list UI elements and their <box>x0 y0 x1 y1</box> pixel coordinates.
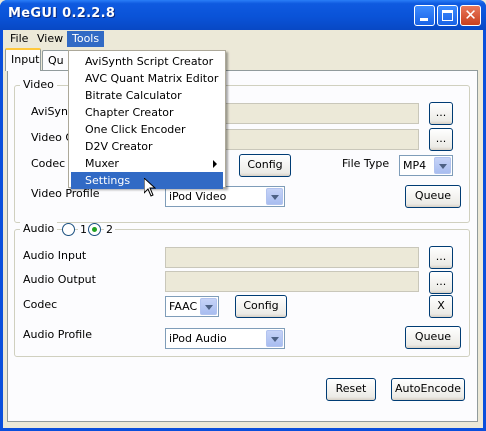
menu-item-chapter-creator[interactable]: Chapter Creator <box>71 104 223 121</box>
audio-output-browse-button[interactable]: ... <box>429 271 453 294</box>
video-group-title: Video <box>20 78 57 92</box>
menu-item-avc-quant-matrix-editor[interactable]: AVC Quant Matrix Editor <box>71 70 223 87</box>
mouse-cursor-icon <box>144 178 156 197</box>
menu-item-muxer-label: Muxer <box>85 157 119 170</box>
menu-item-d2v-creator[interactable]: D2V Creator <box>71 138 223 155</box>
window-title: MeGUI 0.2.2.8 <box>8 6 116 21</box>
audio-codec-select[interactable]: FAAC <box>165 296 219 317</box>
menu-file[interactable]: File <box>5 31 33 47</box>
audio-input-field[interactable] <box>165 247 419 268</box>
tools-menu: AviSynth Script Creator AVC Quant Matrix… <box>68 50 226 189</box>
submenu-arrow-icon <box>213 160 217 168</box>
video-profile-value: iPod Video <box>169 190 227 203</box>
minimize-button[interactable] <box>414 5 435 26</box>
menu-view[interactable]: View <box>32 31 68 47</box>
audio-track-2-label: 2 <box>104 223 115 237</box>
menu-item-avisynth-script-creator[interactable]: AviSynth Script Creator <box>71 53 223 70</box>
audio-profile-value: iPod Audio <box>169 332 227 345</box>
maximize-icon <box>442 10 453 21</box>
menu-item-one-click-encoder[interactable]: One Click Encoder <box>71 121 223 138</box>
close-button[interactable]: ✕ <box>460 5 481 26</box>
menu-item-muxer[interactable]: Muxer <box>71 155 223 172</box>
chevron-down-icon <box>200 298 217 315</box>
audio-input-label: Audio Input <box>23 249 87 262</box>
video-profile-label: Video Profile <box>31 187 100 200</box>
minimize-icon <box>420 18 428 21</box>
audio-output-label: Audio Output <box>23 273 96 286</box>
file-type-select[interactable]: MP4 <box>399 155 453 176</box>
menu-bar: File View Tools <box>3 30 483 47</box>
video-config-button[interactable]: Config <box>239 154 291 177</box>
video-profile-select[interactable]: iPod Video <box>165 186 285 207</box>
reset-button[interactable]: Reset <box>326 378 376 401</box>
avisynth-browse-button[interactable]: ... <box>429 102 453 125</box>
menu-tools[interactable]: Tools <box>67 31 105 47</box>
audio-track-2-radio[interactable] <box>88 223 101 236</box>
audio-profile-label: Audio Profile <box>23 328 92 341</box>
file-type-label: File Type <box>342 157 390 170</box>
file-type-value: MP4 <box>403 159 427 172</box>
chevron-down-icon <box>434 157 451 174</box>
audio-codec-value: FAAC <box>169 300 198 313</box>
audio-group: Audio 1 2 Audio Input ... Audio Output .… <box>14 222 470 357</box>
audio-config-button[interactable]: Config <box>235 295 287 318</box>
video-output-browse-button[interactable]: ... <box>429 128 453 151</box>
audio-output-field[interactable] <box>165 271 419 292</box>
chevron-down-icon <box>266 188 283 205</box>
main-window: MeGUI 0.2.2.8 ✕ File View Tools Input Qu… <box>0 0 486 431</box>
audio-group-title: Audio <box>20 222 58 236</box>
audio-track-1-radio[interactable] <box>62 223 75 236</box>
audio-queue-button[interactable]: Queue <box>405 326 461 349</box>
audio-clear-button[interactable]: X <box>429 295 453 318</box>
title-bar[interactable]: MeGUI 0.2.2.8 ✕ <box>0 0 486 30</box>
video-codec-label: Codec <box>31 157 66 170</box>
tab-input-label: Input <box>11 53 40 66</box>
maximize-button[interactable] <box>437 5 458 26</box>
tab-queue-label: Qu <box>48 54 64 67</box>
audio-input-browse-button[interactable]: ... <box>429 246 453 269</box>
video-queue-button[interactable]: Queue <box>405 185 461 208</box>
close-icon: ✕ <box>464 6 477 24</box>
menu-item-bitrate-calculator[interactable]: Bitrate Calculator <box>71 87 223 104</box>
tab-input[interactable]: Input <box>5 48 41 71</box>
autoencode-button[interactable]: AutoEncode <box>391 378 465 401</box>
chevron-down-icon <box>266 330 283 347</box>
audio-codec-label: Codec <box>23 298 58 311</box>
audio-profile-select[interactable]: iPod Audio <box>165 328 285 349</box>
avisynth-script-label: AviSyn <box>31 105 68 118</box>
